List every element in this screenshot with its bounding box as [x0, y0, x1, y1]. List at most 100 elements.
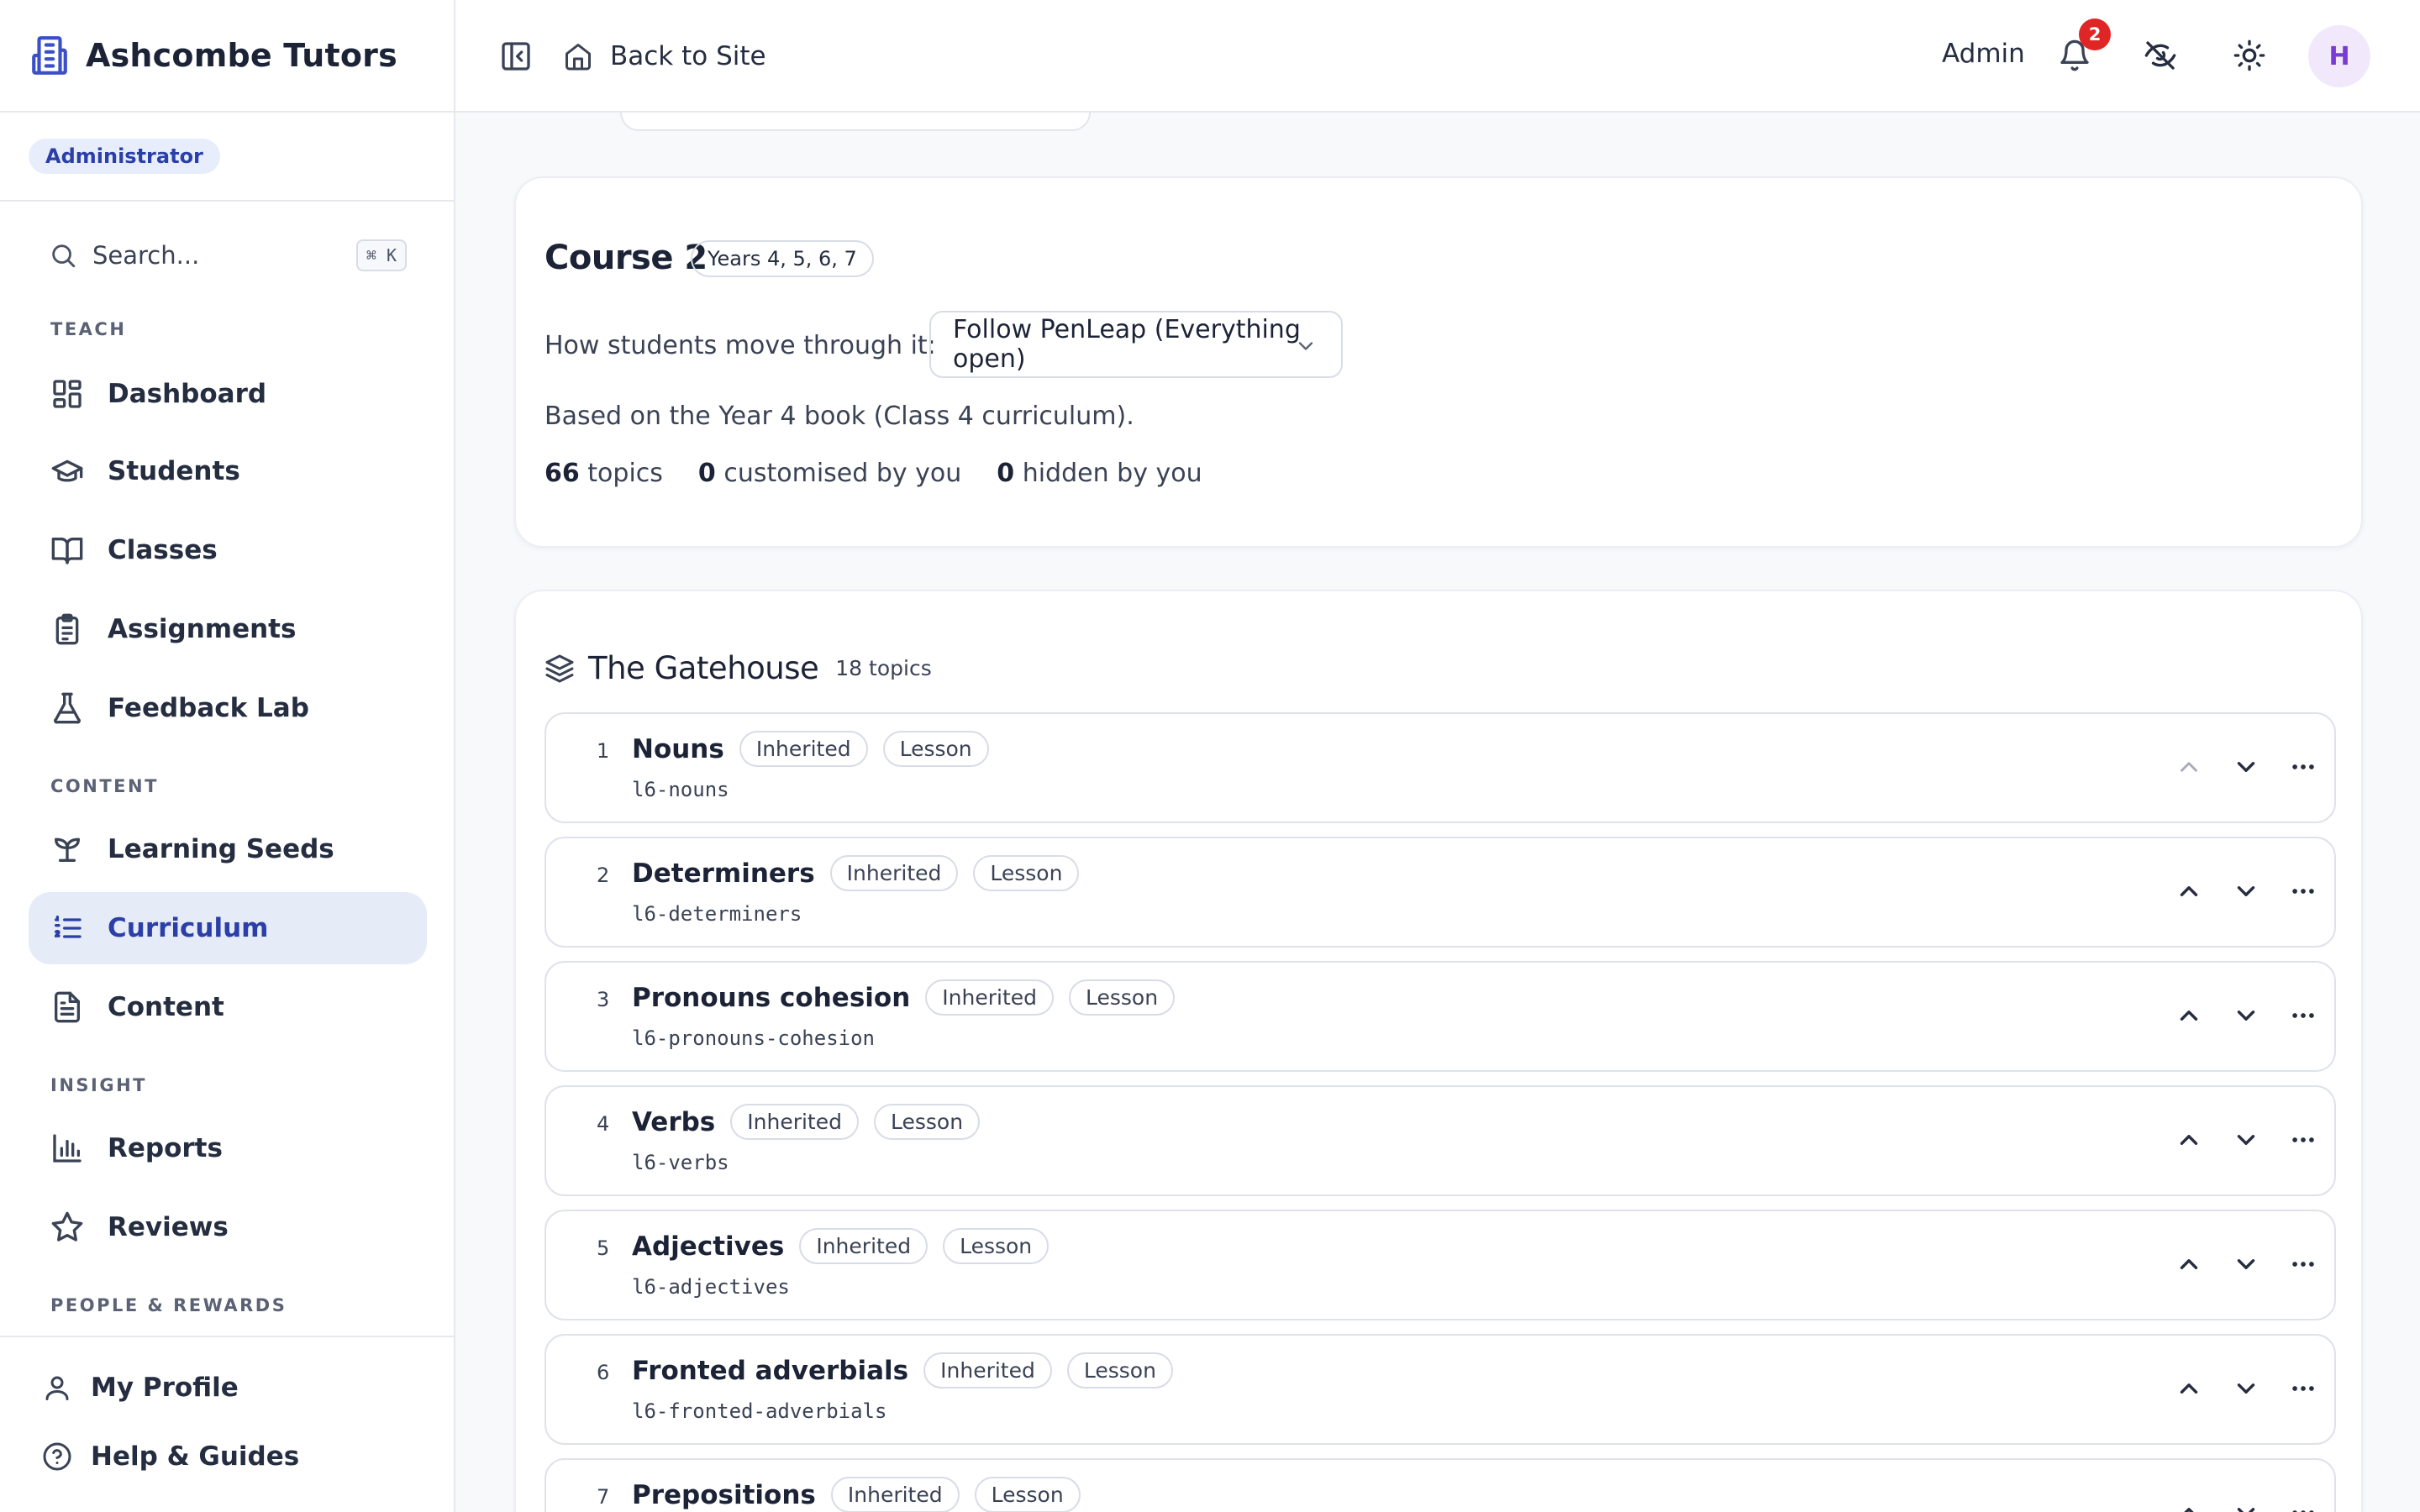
sun-icon[interactable] [2233, 39, 2266, 72]
topic-name: Verbs [632, 1106, 716, 1137]
avatar[interactable]: H [2308, 25, 2370, 87]
more-horizontal-icon[interactable] [2289, 877, 2317, 906]
my-profile-label: My Profile [91, 1373, 239, 1403]
sidebar-item-label: Content [108, 992, 224, 1022]
brand[interactable]: Ashcombe Tutors [0, 0, 454, 113]
more-horizontal-icon[interactable] [2289, 1126, 2317, 1154]
help-guides-link[interactable]: Help & Guides [42, 1441, 299, 1472]
stat-hidden: 0 hidden by you [997, 459, 1202, 488]
sidebar-item-curriculum[interactable]: Curriculum [29, 892, 427, 964]
search-button[interactable]: Search... ⌘ K [29, 227, 407, 284]
home-icon [563, 41, 593, 71]
unit-title: The Gatehouse [588, 650, 819, 686]
topic-slug: l6-adjectives [632, 1275, 790, 1299]
sidebar-item-feedback-lab[interactable]: Feedback Lab [29, 672, 427, 744]
topic-row[interactable]: 6 Fronted adverbials Inherited Lesson l6… [544, 1334, 2336, 1445]
topic-row[interactable]: 4 Verbs Inherited Lesson l6-verbs [544, 1085, 2336, 1196]
more-horizontal-icon[interactable] [2289, 1250, 2317, 1278]
stat-topics: 66 topics [544, 459, 663, 488]
topic-header: Determiners Inherited Lesson [632, 855, 1094, 891]
chevron-down-icon[interactable] [2232, 877, 2260, 906]
type-badge: Lesson [1066, 1352, 1173, 1389]
sidebar-item-classes[interactable]: Classes [29, 514, 427, 586]
status-badge: Inherited [739, 731, 868, 767]
notification-count-badge: 2 [2079, 18, 2111, 50]
based-on-text: Based on the Year 4 book (Class 4 curric… [544, 402, 1134, 431]
topic-row[interactable]: 3 Pronouns cohesion Inherited Lesson l6-… [544, 961, 2336, 1072]
chevron-up-icon[interactable] [2175, 753, 2203, 781]
sidebar-item-dashboard[interactable]: Dashboard [29, 358, 427, 430]
sidebar-item-label: Curriculum [108, 913, 269, 943]
chevron-up-icon[interactable] [2175, 877, 2203, 906]
chevron-down-icon[interactable] [2232, 1250, 2260, 1278]
type-badge: Lesson [874, 1104, 981, 1140]
topic-row[interactable]: 2 Determiners Inherited Lesson l6-determ… [544, 837, 2336, 948]
user-icon [42, 1373, 72, 1403]
back-to-site-link[interactable]: Back to Site [563, 34, 766, 79]
my-profile-link[interactable]: My Profile [42, 1373, 239, 1403]
topic-number: 6 [597, 1361, 610, 1384]
chevron-down-icon[interactable] [2232, 1499, 2260, 1512]
topic-slug: l6-verbs [632, 1151, 729, 1174]
sidebar-toggle-icon[interactable] [499, 39, 533, 73]
topic-name: Nouns [632, 733, 724, 764]
list-ordered-icon [50, 911, 84, 945]
sidebar-item-label: Reports [108, 1133, 223, 1163]
chevron-down-icon[interactable] [2232, 1001, 2260, 1030]
section-teach: TEACH [50, 319, 127, 339]
topbar: Back to Site Admin 2 H [455, 0, 2420, 113]
topic-name: Adjectives [632, 1231, 785, 1262]
topic-row[interactable]: 1 Nouns Inherited Lesson l6-nouns [544, 712, 2336, 823]
dashboard-icon [50, 377, 84, 411]
years-badge: Years 4, 5, 6, 7 [691, 240, 874, 277]
progression-select[interactable]: Follow PenLeap (Everything open) [929, 311, 1343, 378]
chevron-down-icon[interactable] [2232, 753, 2260, 781]
help-guides-label: Help & Guides [91, 1441, 300, 1472]
more-horizontal-icon[interactable] [2289, 1374, 2317, 1403]
unit-topic-count: 18 topics [835, 656, 932, 680]
chevron-up-icon[interactable] [2175, 1001, 2203, 1030]
admin-link[interactable]: Admin [1942, 39, 2025, 69]
type-badge: Lesson [1069, 979, 1176, 1016]
type-badge: Lesson [943, 1228, 1050, 1264]
topic-name: Fronted adverbials [632, 1355, 909, 1386]
topic-slug: l6-pronouns-cohesion [632, 1026, 875, 1050]
topic-name: Pronouns cohesion [632, 982, 911, 1013]
chevron-up-icon[interactable] [2175, 1374, 2203, 1403]
chevron-down-icon[interactable] [2232, 1374, 2260, 1403]
chevron-up-icon[interactable] [2175, 1499, 2203, 1512]
sidebar-item-students[interactable]: Students [29, 435, 427, 507]
more-horizontal-icon[interactable] [2289, 1001, 2317, 1030]
course-stats: 66 topics 0 customised by you 0 hidden b… [544, 459, 1238, 488]
back-to-site-label: Back to Site [610, 41, 766, 71]
topic-row[interactable]: 5 Adjectives Inherited Lesson l6-adjecti… [544, 1210, 2336, 1320]
chevron-down-icon[interactable] [2232, 1126, 2260, 1154]
more-horizontal-icon[interactable] [2289, 1499, 2317, 1512]
topic-header: Adjectives Inherited Lesson [632, 1228, 1064, 1264]
sidebar-item-reviews[interactable]: Reviews [29, 1191, 427, 1263]
sidebar-item-learning-seeds[interactable]: Learning Seeds [29, 813, 427, 885]
sidebar-item-label: Reviews [108, 1212, 229, 1242]
topic-number: 7 [597, 1485, 610, 1509]
more-horizontal-icon[interactable] [2289, 753, 2317, 781]
topic-row[interactable]: 7 Prepositions Inherited Lesson [544, 1458, 2336, 1512]
brand-name: Ashcombe Tutors [86, 37, 397, 74]
progression-label: How students move through it: [544, 331, 936, 360]
layers-icon [544, 654, 575, 684]
chevron-up-icon[interactable] [2175, 1250, 2203, 1278]
topic-slug: l6-determiners [632, 902, 802, 926]
topic-number: 1 [597, 739, 610, 763]
scrolled-breadcrumb-edge [620, 113, 1091, 131]
sidebar-item-reports[interactable]: Reports [29, 1112, 427, 1184]
eye-off-icon[interactable] [2144, 39, 2177, 72]
topic-number: 2 [597, 864, 610, 887]
bar-chart-icon [50, 1131, 84, 1165]
chevron-up-icon[interactable] [2175, 1126, 2203, 1154]
sidebar-item-assignments[interactable]: Assignments [29, 593, 427, 665]
type-badge: Lesson [973, 855, 1080, 891]
sidebar-item-label: Dashboard [108, 379, 267, 409]
status-badge: Inherited [829, 855, 959, 891]
sprout-icon [50, 832, 84, 866]
sidebar-item-content[interactable]: Content [29, 971, 427, 1043]
role-area: Administrator [0, 113, 454, 202]
